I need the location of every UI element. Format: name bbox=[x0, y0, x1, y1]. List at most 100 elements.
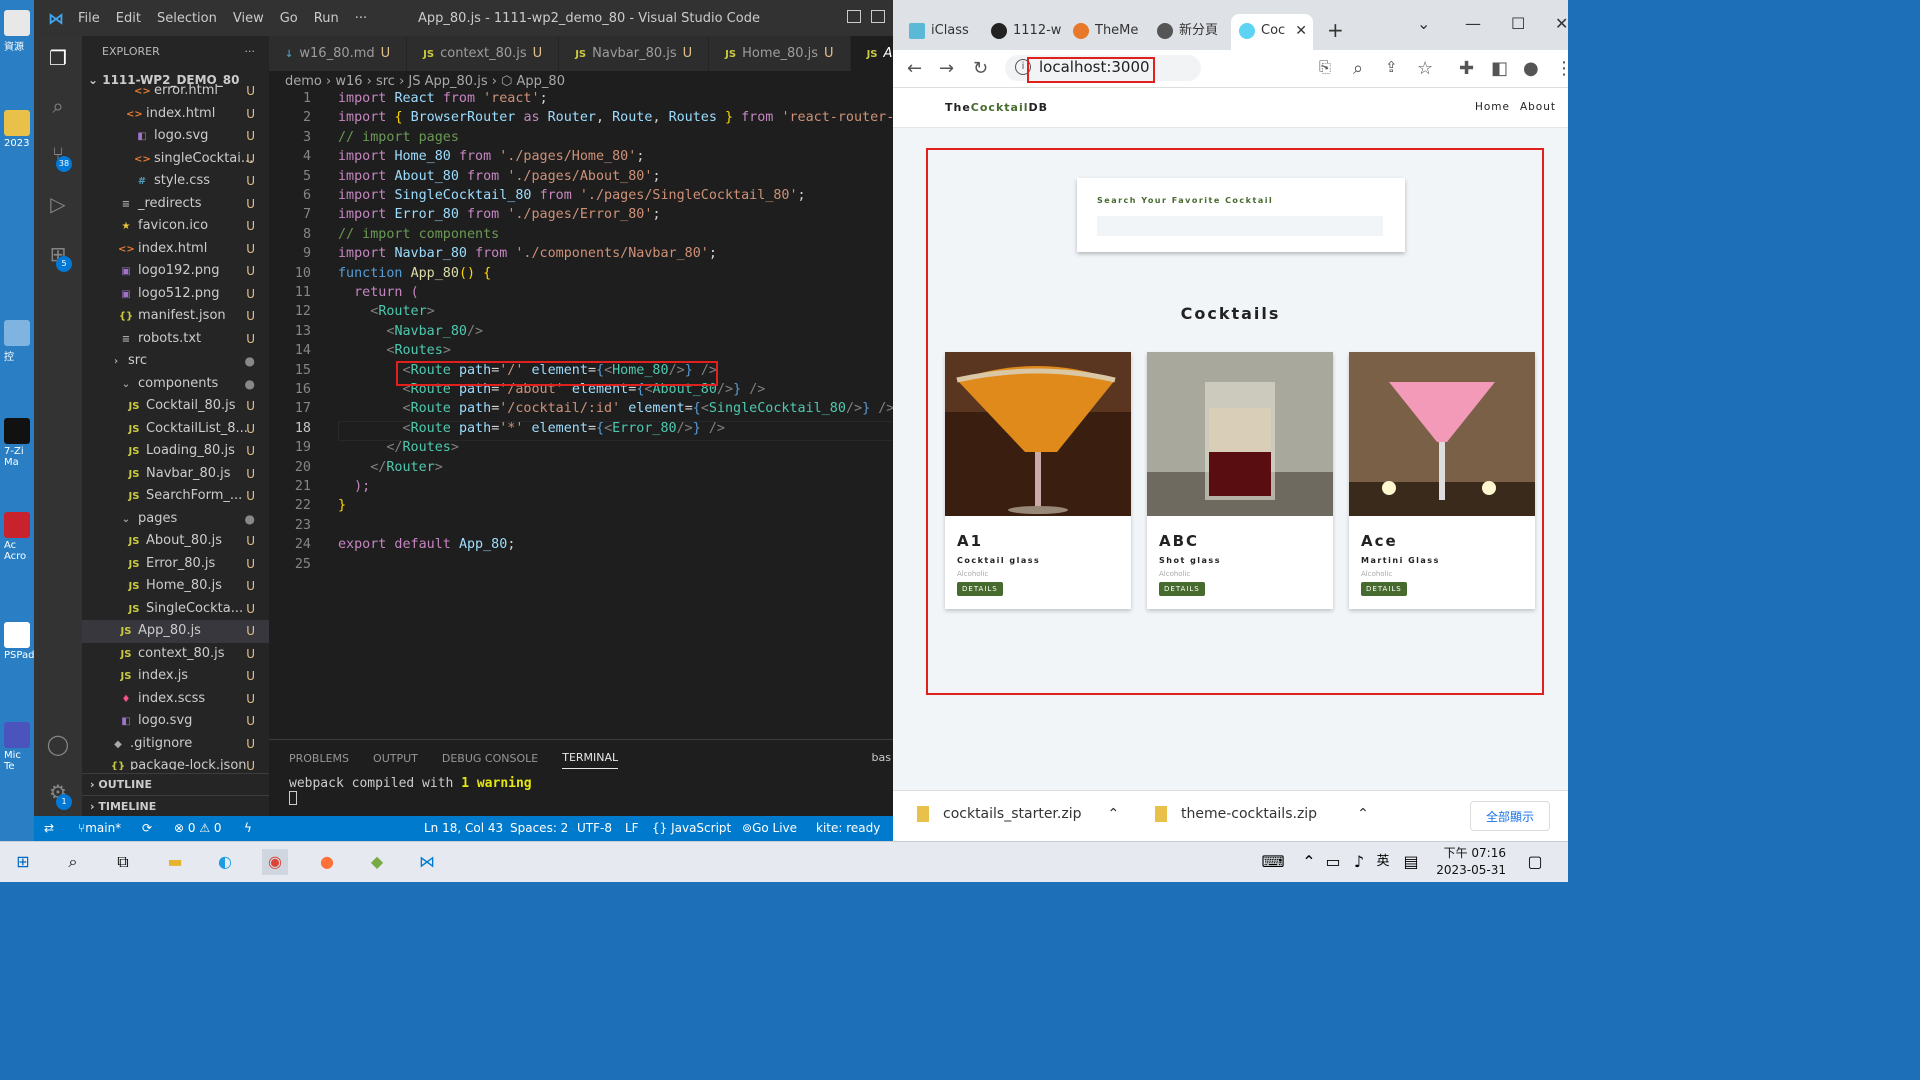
outline-section[interactable]: › OUTLINE bbox=[82, 773, 269, 795]
close-window-icon[interactable]: ✕ bbox=[1555, 14, 1568, 33]
file-tree-item[interactable]: ◧ logo.svg U bbox=[82, 125, 269, 148]
zoom-icon[interactable]: ⌕ bbox=[1353, 58, 1363, 79]
file-tree-item[interactable]: ▣ logo512.png U bbox=[82, 283, 269, 306]
file-tree-item[interactable]: ◧ logo.svg U bbox=[82, 710, 269, 733]
browser-tab-active[interactable]: Coc ✕ bbox=[1231, 14, 1313, 50]
file-tree-item[interactable]: ★ favicon.ico U bbox=[82, 215, 269, 238]
firefox-icon[interactable]: ● bbox=[314, 849, 340, 875]
file-tree-item[interactable]: JS About_80.js U bbox=[82, 530, 269, 553]
browser-tab[interactable]: 1112-w bbox=[991, 14, 1061, 50]
back-icon[interactable]: ← bbox=[907, 58, 922, 79]
file-tree-item[interactable]: {} manifest.json U bbox=[82, 305, 269, 328]
run-debug-icon[interactable]: ▷ bbox=[46, 192, 70, 216]
minimize-icon[interactable]: — bbox=[1465, 14, 1481, 33]
lightning-icon[interactable]: ϟ bbox=[244, 816, 252, 841]
file-tree-item[interactable]: ▣ logo192.png U bbox=[82, 260, 269, 283]
file-tree-item[interactable]: JS App_80.js U bbox=[82, 620, 269, 643]
notification-icon[interactable]: ▢ bbox=[1522, 849, 1548, 875]
extensions-puzzle-icon[interactable]: ✚ bbox=[1459, 58, 1474, 79]
ime-indicator[interactable]: 英 bbox=[1370, 849, 1396, 875]
file-tree-item[interactable]: JS Cocktail_80.js U bbox=[82, 395, 269, 418]
desktop-icon[interactable]: 控 bbox=[4, 320, 34, 363]
maximize-icon[interactable]: ☐ bbox=[1511, 14, 1525, 33]
file-tree-item[interactable]: <> error.html U bbox=[82, 80, 269, 103]
file-tree-item[interactable]: ◆ .gitignore U bbox=[82, 733, 269, 756]
translate-icon[interactable]: ⎘ bbox=[1319, 58, 1331, 76]
search-icon[interactable]: ⌕ bbox=[60, 849, 86, 875]
desktop-icon[interactable]: 資源 bbox=[4, 10, 34, 53]
file-explorer-icon[interactable]: ▬ bbox=[162, 849, 188, 875]
chrome-menu-icon[interactable]: ⋮ bbox=[1555, 58, 1573, 79]
side-panel-icon[interactable]: ◧ bbox=[1491, 58, 1508, 79]
editor-tab[interactable]: JS Navbar_80.js U bbox=[559, 36, 710, 71]
reload-icon[interactable]: ↻ bbox=[973, 58, 988, 79]
windows-start-icon[interactable]: ⊞ bbox=[10, 849, 36, 875]
timeline-section[interactable]: › TIMELINE bbox=[82, 795, 269, 817]
file-tree-item[interactable]: JS Loading_80.js U bbox=[82, 440, 269, 463]
vscode-taskbar-icon[interactable]: ⋈ bbox=[414, 849, 440, 875]
menu-item[interactable]: View bbox=[233, 11, 264, 26]
panel-tab[interactable]: TERMINAL bbox=[562, 751, 619, 769]
new-tab-icon[interactable]: + bbox=[1327, 18, 1344, 42]
indentation[interactable]: Spaces: 2 bbox=[510, 816, 568, 841]
search-icon[interactable]: ⌕ bbox=[46, 94, 70, 118]
close-tab-icon[interactable]: ✕ bbox=[1295, 14, 1307, 48]
git-icon[interactable]: ◆ bbox=[364, 849, 390, 875]
panel-tab[interactable]: PROBLEMS bbox=[289, 752, 349, 765]
file-tree-item[interactable]: JS index.js U bbox=[82, 665, 269, 688]
remote-icon[interactable]: ⇄ bbox=[44, 816, 54, 841]
more-actions-icon[interactable]: ··· bbox=[245, 36, 256, 68]
menu-item[interactable]: File bbox=[78, 11, 100, 26]
menu-item[interactable]: Run bbox=[314, 11, 339, 26]
account-icon[interactable]: ◯ bbox=[46, 732, 70, 756]
file-tree-item[interactable]: <> index.html U bbox=[82, 238, 269, 261]
toggle-panel-icon[interactable] bbox=[871, 10, 885, 23]
network-icon[interactable]: ▭ bbox=[1320, 849, 1346, 875]
kite-status[interactable]: kite: ready bbox=[816, 816, 880, 841]
forward-icon[interactable]: → bbox=[939, 58, 954, 79]
problems-status[interactable]: ⊗ 0 ⚠ 0 bbox=[174, 816, 222, 841]
explorer-icon[interactable]: ❐ bbox=[46, 46, 70, 70]
menu-item[interactable]: ··· bbox=[355, 11, 367, 26]
tray-chevron-up-icon[interactable]: ⌃ bbox=[1296, 849, 1322, 875]
download-item[interactable]: theme-cocktails.zip ⌃ bbox=[1155, 806, 1369, 822]
code-editor[interactable]: 1 import React from 'react'; 2 import { Br… bbox=[269, 91, 893, 739]
keyboard-icon[interactable]: ⌨ bbox=[1260, 849, 1286, 875]
file-tree-item[interactable]: JS CocktailList_8... U bbox=[82, 418, 269, 441]
editor-tab[interactable]: ↓ w16_80.md U bbox=[269, 36, 408, 71]
site-logo[interactable]: TheCocktailDB bbox=[945, 101, 1048, 114]
chevron-up-icon[interactable]: ⌃ bbox=[1357, 806, 1369, 822]
file-tree-item[interactable]: JS Error_80.js U bbox=[82, 553, 269, 576]
desktop-icon[interactable]: PSPad bbox=[4, 622, 34, 661]
desktop-icon[interactable]: 2023 bbox=[4, 110, 34, 149]
file-tree-item[interactable]: {} package-lock.json U bbox=[82, 755, 269, 770]
panel-tab[interactable]: DEBUG CONSOLE bbox=[442, 752, 538, 765]
toggle-sidebar-icon[interactable] bbox=[847, 10, 861, 23]
branch-status[interactable]: ⑂ main* bbox=[78, 816, 121, 841]
task-view-icon[interactable]: ⧉ bbox=[110, 849, 136, 875]
language-mode[interactable]: {} JavaScript bbox=[652, 816, 731, 841]
editor-tab[interactable]: JS Home_80.js U bbox=[709, 36, 851, 71]
browser-tab[interactable]: 新分頁 bbox=[1157, 14, 1229, 50]
file-tree-item[interactable]: JS context_80.js U bbox=[82, 643, 269, 666]
file-tree-item[interactable]: <> index.html U bbox=[82, 103, 269, 126]
editor-tab[interactable]: JS context_80.js U bbox=[407, 36, 560, 71]
edge-icon[interactable]: ◐ bbox=[212, 849, 238, 875]
file-tree-item[interactable]: ⌄ components ● bbox=[82, 373, 269, 396]
terminal-shell-label[interactable]: bas bbox=[872, 751, 891, 764]
file-tree-item[interactable]: ♦ index.scss U bbox=[82, 688, 269, 711]
download-item[interactable]: cocktails_starter.zip ⌃ bbox=[917, 806, 1119, 822]
file-tree-item[interactable]: › src ● bbox=[82, 350, 269, 373]
panel-tab[interactable]: OUTPUT bbox=[373, 752, 418, 765]
sync-icon[interactable]: ⟳ bbox=[142, 816, 152, 841]
browser-tab[interactable]: iClass bbox=[909, 14, 981, 50]
chrome-icon[interactable]: ◉ bbox=[262, 849, 288, 875]
browser-tab[interactable]: TheMe bbox=[1073, 14, 1143, 50]
show-all-downloads-button[interactable]: 全部顯示 bbox=[1470, 801, 1550, 831]
ime-mode-icon[interactable]: ▤ bbox=[1398, 849, 1424, 875]
tab-search-icon[interactable]: ⌄ bbox=[1417, 14, 1430, 33]
go-live-button[interactable]: ⊚ Go Live bbox=[742, 816, 797, 841]
chevron-up-icon[interactable]: ⌃ bbox=[1107, 806, 1119, 822]
terminal-output[interactable]: webpack compiled with 1 warning bbox=[269, 776, 893, 809]
desktop-icon[interactable]: Mic Te bbox=[4, 722, 34, 772]
